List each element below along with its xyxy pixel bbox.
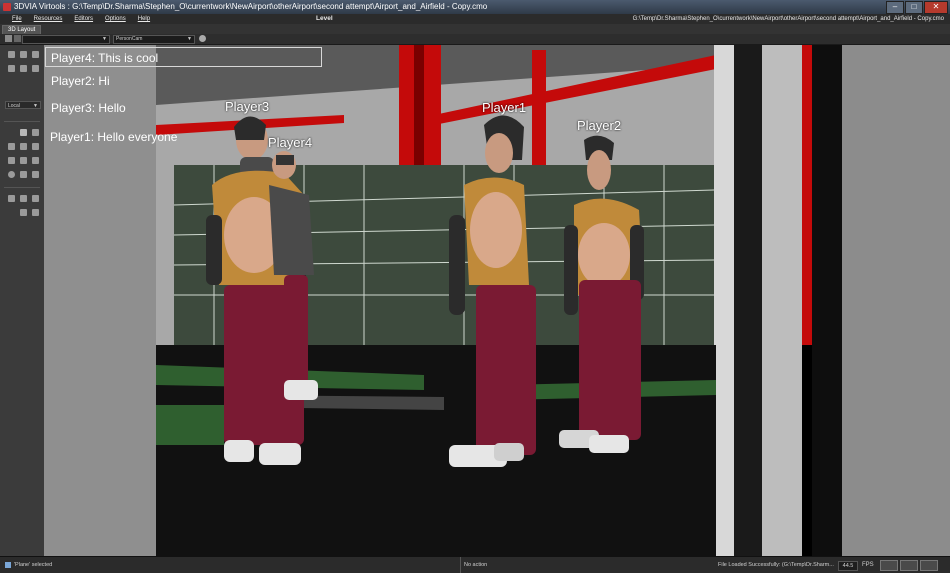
divider bbox=[4, 121, 40, 122]
pan-tool-icon[interactable] bbox=[32, 65, 39, 72]
minimize-button[interactable]: – bbox=[886, 1, 904, 14]
layout-tab-row: 3D Layout bbox=[0, 24, 950, 35]
maximize-button[interactable]: □ bbox=[905, 1, 923, 14]
chevron-down-icon: ▼ bbox=[187, 36, 192, 42]
fps-value: 44.5 bbox=[838, 561, 858, 571]
window-controls: – □ ✕ bbox=[886, 1, 948, 14]
chevron-down-icon: ▼ bbox=[102, 36, 107, 42]
camera-icon[interactable] bbox=[199, 35, 206, 42]
chat-line: Player3: Hello bbox=[51, 101, 126, 115]
grid-tool-icon[interactable] bbox=[32, 171, 39, 178]
light-tool-icon[interactable] bbox=[20, 129, 27, 136]
chat-line: Player1: Hello everyone bbox=[50, 130, 178, 144]
pin-icon[interactable] bbox=[14, 35, 21, 42]
close-button[interactable]: ✕ bbox=[924, 1, 948, 14]
pillar bbox=[714, 45, 734, 556]
zoom-tool-icon[interactable] bbox=[20, 65, 27, 72]
title-bar: 3DVIA Virtools : G:\Temp\Dr.Sharma\Steph… bbox=[0, 0, 950, 14]
paint-tool-icon[interactable] bbox=[20, 143, 27, 150]
level-label: Level bbox=[316, 15, 333, 22]
app-icon bbox=[3, 3, 11, 11]
menu-resources[interactable]: Resources bbox=[34, 14, 63, 24]
pillar bbox=[762, 45, 802, 556]
menu-file[interactable]: File bbox=[12, 14, 22, 24]
player4-name-tag: Player4 bbox=[268, 135, 313, 150]
edit-tool-icon[interactable] bbox=[20, 157, 27, 164]
scene-render bbox=[44, 45, 950, 556]
box-tool-icon[interactable] bbox=[20, 171, 27, 178]
settings-tool-icon[interactable] bbox=[32, 143, 39, 150]
file-path: G:\Temp\Dr.Sharma\Stephen_O\currentwork\… bbox=[632, 16, 944, 22]
player2-name-tag: Player2 bbox=[577, 118, 622, 133]
chevron-down-icon: ▼ bbox=[33, 103, 38, 109]
select-tool-icon[interactable] bbox=[8, 51, 15, 58]
window-title: 3DVIA Virtools : G:\Temp\Dr.Sharma\Steph… bbox=[14, 2, 488, 11]
fly-tool-icon[interactable] bbox=[20, 195, 27, 202]
frame-tool-icon[interactable] bbox=[32, 157, 39, 164]
pillar-shadow bbox=[734, 45, 762, 556]
focus-tool-icon[interactable] bbox=[32, 209, 39, 216]
red-column bbox=[802, 45, 812, 345]
dark-pillar bbox=[812, 45, 842, 556]
check-tool-icon[interactable] bbox=[8, 157, 15, 164]
create-tool-icon[interactable] bbox=[8, 143, 15, 150]
scale-tool-icon[interactable] bbox=[8, 65, 15, 72]
target-tool-icon[interactable] bbox=[20, 209, 27, 216]
camera-combo-label: PersonCam bbox=[116, 36, 143, 42]
tool-panel: Local ▼ bbox=[0, 45, 45, 556]
status-bar: 'Plane' selected No action File Loaded S… bbox=[0, 556, 950, 573]
chat-line: Player4: This is cool bbox=[51, 51, 159, 65]
selection-icon bbox=[5, 562, 11, 568]
3d-viewport[interactable] bbox=[44, 45, 950, 556]
walk-tool-icon[interactable] bbox=[8, 195, 15, 202]
layout-toggle-button[interactable] bbox=[880, 560, 898, 571]
menu-help[interactable]: Help bbox=[138, 14, 150, 24]
action-status: No action bbox=[460, 557, 487, 573]
fps-label: FPS bbox=[862, 562, 874, 568]
rotate-tool-icon[interactable] bbox=[32, 51, 39, 58]
divider bbox=[4, 187, 40, 188]
camera-tool-icon[interactable] bbox=[32, 129, 39, 136]
player1-name-tag: Player1 bbox=[482, 100, 527, 115]
coord-mode-select[interactable]: Local ▼ bbox=[5, 101, 41, 109]
menu-editors[interactable]: Editors bbox=[74, 14, 93, 24]
layout-icon[interactable] bbox=[5, 35, 12, 42]
camera-combo[interactable]: PersonCam ▼ bbox=[113, 35, 195, 44]
view-options-button[interactable] bbox=[920, 560, 938, 571]
menu-options[interactable]: Options bbox=[105, 14, 126, 24]
player3-name-tag: Player3 bbox=[225, 99, 270, 114]
sphere-tool-icon[interactable] bbox=[8, 171, 15, 178]
selection-status: 'Plane' selected bbox=[14, 562, 53, 568]
grass-strip bbox=[156, 405, 224, 445]
menu-bar: File Resources Editors Options Help Leve… bbox=[0, 14, 950, 24]
viewport-toolbar: ▼ PersonCam ▼ bbox=[0, 34, 950, 45]
orbit-tool-icon[interactable] bbox=[32, 195, 39, 202]
fullscreen-button[interactable] bbox=[900, 560, 918, 571]
right-wall bbox=[842, 45, 950, 556]
chat-line: Player2: Hi bbox=[51, 74, 110, 88]
view-combo[interactable]: ▼ bbox=[22, 35, 110, 44]
left-wall bbox=[44, 45, 156, 556]
coord-mode-label: Local bbox=[8, 103, 20, 109]
move-tool-icon[interactable] bbox=[20, 51, 27, 58]
load-status: File Loaded Successfully: (G:\Temp\Dr.Sh… bbox=[718, 562, 834, 568]
